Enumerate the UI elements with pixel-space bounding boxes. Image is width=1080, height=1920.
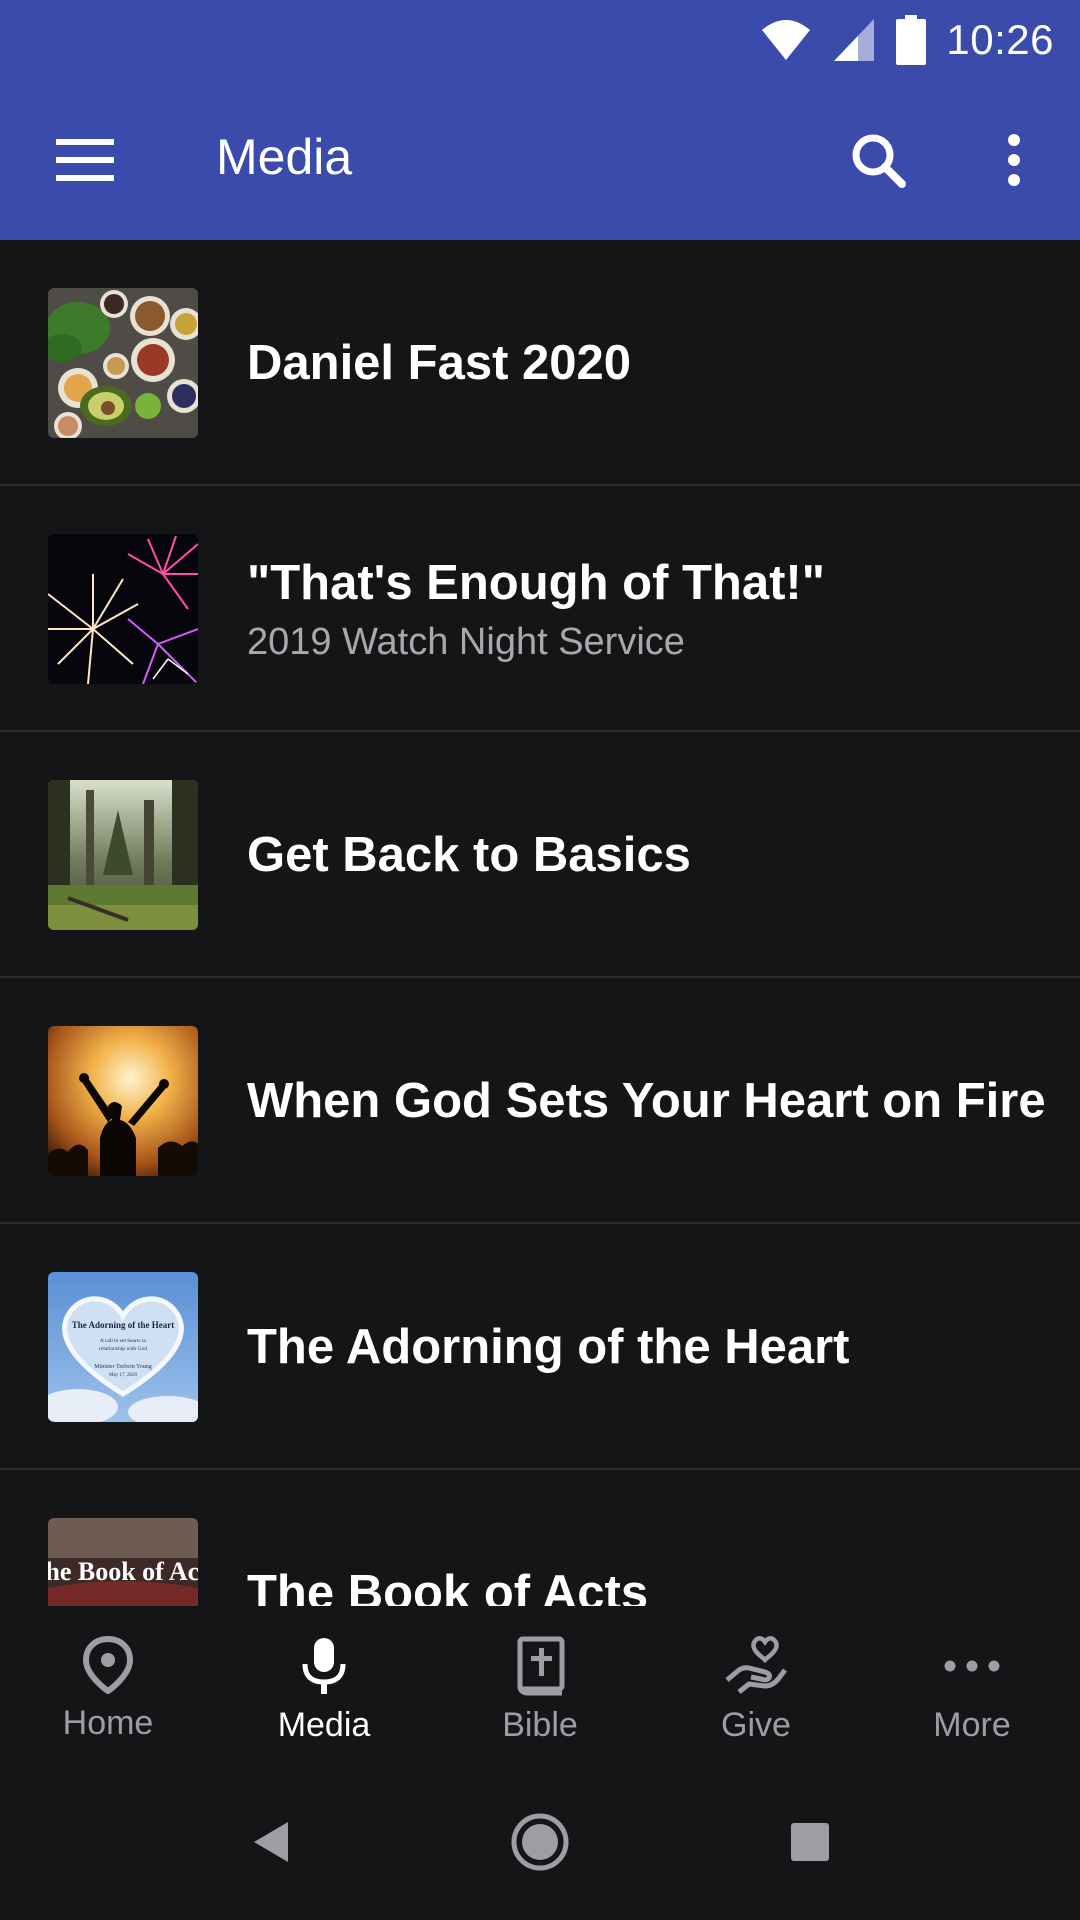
nav-label: More [933, 1706, 1011, 1744]
system-home-button[interactable] [500, 1802, 580, 1882]
microphone-icon [302, 1638, 346, 1694]
item-subtitle: 2019 Watch Night Service [247, 620, 685, 663]
item-thumbnail: The Book of Acts [48, 1518, 198, 1606]
list-item[interactable]: "That's Enough of That!" 2019 Watch Nigh… [0, 486, 1080, 732]
item-title: When God Sets Your Heart on Fire [247, 1074, 1046, 1128]
svg-text:May 17, 2020: May 17, 2020 [109, 1373, 137, 1378]
svg-text:relationship with God: relationship with God [99, 1346, 147, 1352]
svg-text:The Book of Acts: The Book of Acts [48, 1557, 198, 1586]
item-text: Get Back to Basics [247, 732, 1050, 978]
nav-bible[interactable]: Bible [432, 1606, 648, 1772]
item-thumbnail: The Adorning of the Heart A call to set … [48, 1272, 198, 1422]
nav-give[interactable]: Give [648, 1606, 864, 1772]
battery-icon [896, 15, 927, 65]
item-text: The Adorning of the Heart [247, 1224, 1050, 1470]
item-thumbnail [48, 288, 198, 438]
nav-more[interactable]: More [864, 1606, 1080, 1772]
status-time: 10:26 [946, 16, 1054, 63]
item-thumbnail [48, 780, 198, 930]
list-item[interactable]: When God Sets Your Heart on Fire [0, 978, 1080, 1224]
item-text: When God Sets Your Heart on Fire [247, 978, 1050, 1224]
item-text: "That's Enough of That!" 2019 Watch Nigh… [247, 486, 1050, 732]
list-item[interactable]: The Adorning of the Heart A call to set … [0, 1224, 1080, 1470]
status-icons: 10:26 [760, 10, 1054, 70]
menu-button[interactable] [40, 122, 130, 198]
give-heart-hand-icon [725, 1636, 787, 1694]
nav-home[interactable]: Home [0, 1606, 216, 1772]
nav-media[interactable]: Media [216, 1606, 432, 1772]
item-text: The Book of Acts [247, 1470, 1050, 1606]
list-item[interactable]: Daniel Fast 2020 [0, 240, 1080, 486]
item-thumbnail [48, 1026, 198, 1176]
svg-text:A call to set hearts in: A call to set hearts in [100, 1338, 147, 1344]
more-vert-icon [1008, 134, 1020, 186]
item-title: Get Back to Basics [247, 828, 691, 882]
item-title: "That's Enough of That!" [247, 555, 825, 610]
bible-icon [517, 1636, 565, 1696]
item-title: Daniel Fast 2020 [247, 336, 632, 390]
nav-label: Bible [502, 1706, 578, 1744]
svg-text:Minister Trelwin Young: Minister Trelwin Young [94, 1364, 152, 1370]
item-thumbnail [48, 534, 198, 684]
nav-label: Media [277, 1706, 371, 1744]
status-bar: 10:26 [0, 0, 1080, 80]
item-text: Daniel Fast 2020 [247, 240, 1050, 486]
hamburger-menu-icon [56, 139, 114, 181]
bottom-navigation: Home Media Bible Give More [0, 1606, 1080, 1772]
nav-label: Home [62, 1704, 154, 1742]
search-button[interactable] [838, 120, 918, 200]
app-bar: Media [0, 80, 1080, 240]
svg-text:The Adorning of the Heart: The Adorning of the Heart [72, 1320, 175, 1330]
page-title: Media [216, 129, 353, 185]
home-circle-icon [511, 1813, 569, 1871]
nav-label: Give [721, 1706, 791, 1744]
cell-signal-icon [834, 19, 875, 61]
item-title: The Adorning of the Heart [247, 1320, 850, 1374]
system-recents-button[interactable] [770, 1802, 850, 1882]
location-pin-icon [82, 1636, 134, 1694]
recents-square-icon [791, 1823, 829, 1861]
system-navigation-bar [0, 1772, 1080, 1920]
list-item[interactable]: The Book of Acts The Book of Acts [0, 1470, 1080, 1606]
system-back-button[interactable] [230, 1802, 310, 1882]
back-triangle-icon [254, 1822, 288, 1862]
overflow-menu-button[interactable] [986, 120, 1042, 200]
list-item[interactable]: Get Back to Basics [0, 732, 1080, 978]
media-list: Daniel Fast 2020 "That's Enough of That!… [0, 240, 1080, 1606]
wifi-icon [762, 20, 811, 60]
search-icon [852, 134, 906, 188]
item-title: The Book of Acts [247, 1566, 649, 1606]
more-dots-icon [944, 1660, 1000, 1672]
